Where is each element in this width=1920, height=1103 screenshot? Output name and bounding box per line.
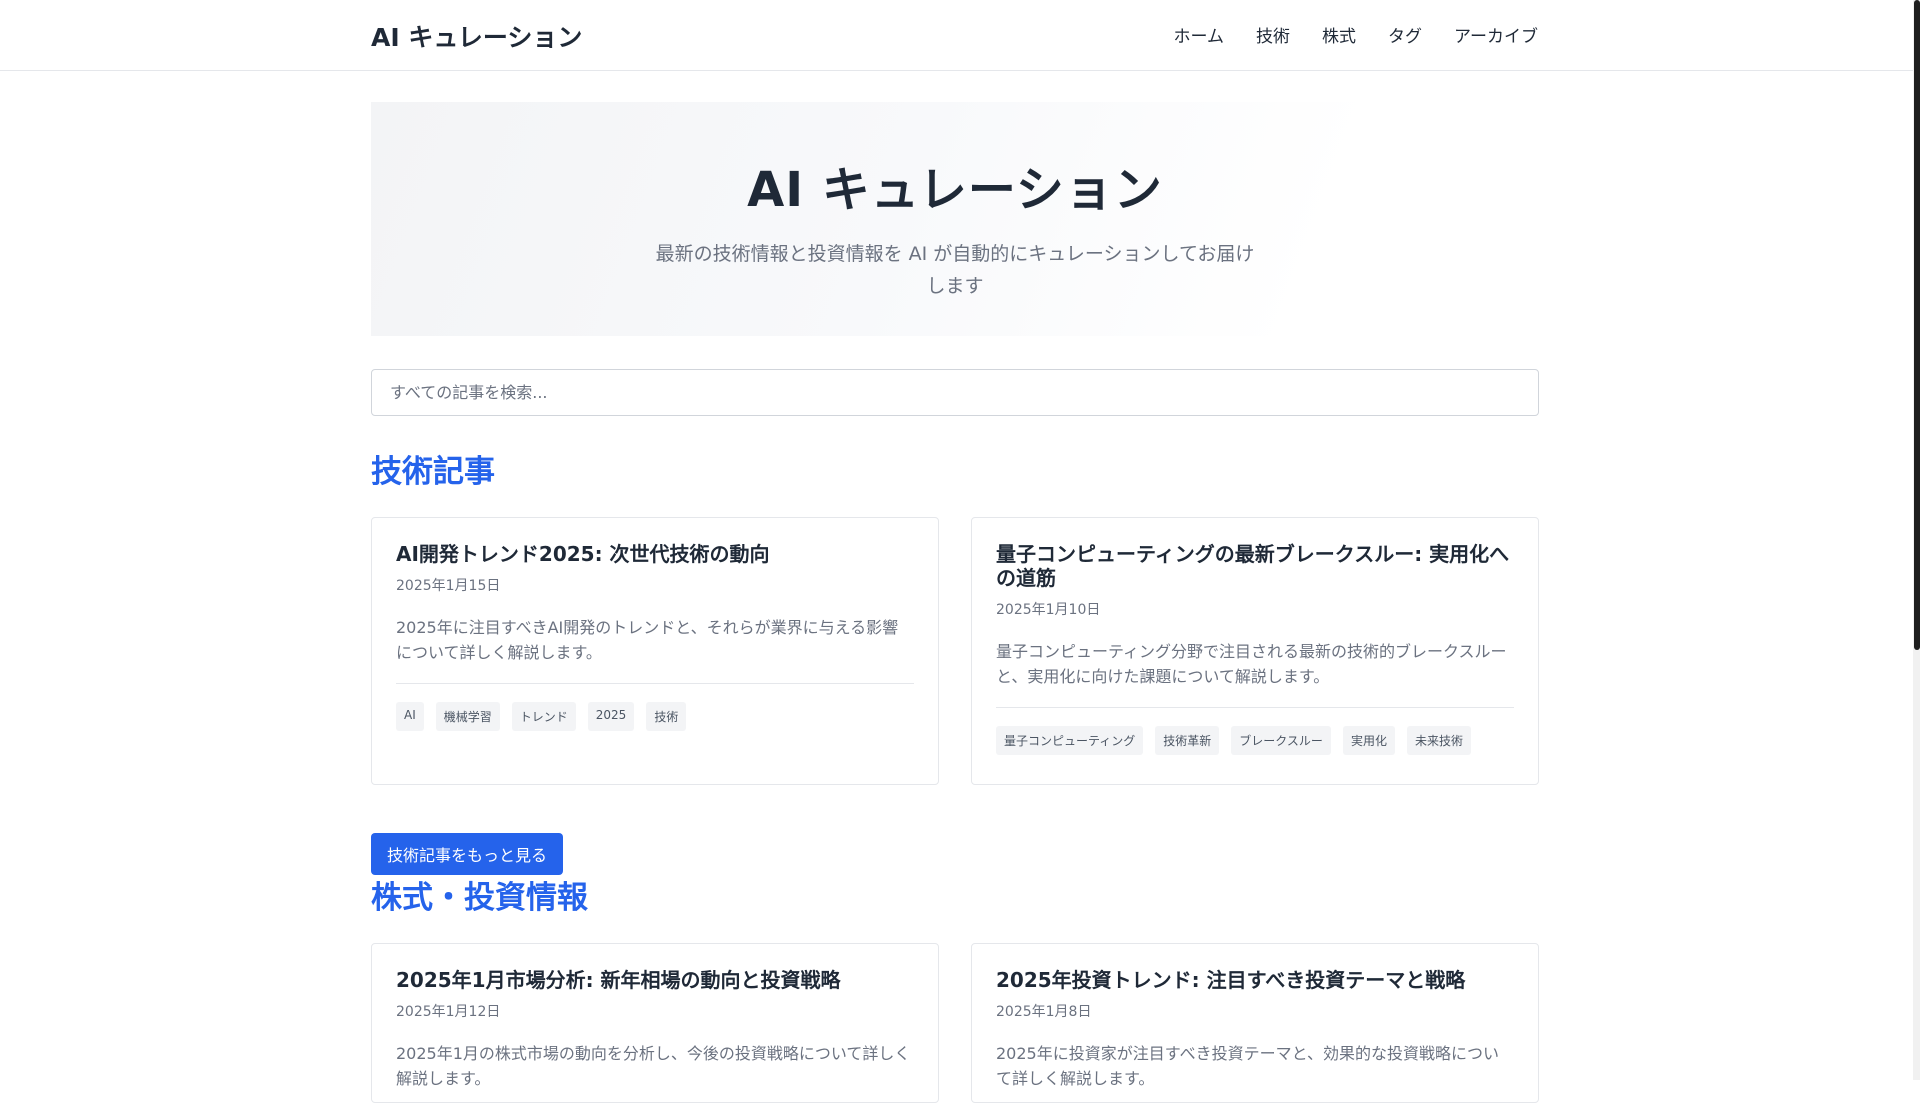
article-date: 2025年1月10日 <box>996 602 1101 618</box>
article-excerpt: 量子コンピューティング分野で注目される最新の技術的ブレークスルーと、実用化に向け… <box>996 642 1507 686</box>
article-card[interactable]: AI開発トレンド2025: 次世代技術の動向 2025年1月15日 2025年に… <box>371 517 939 785</box>
article-title[interactable]: 2025年1月市場分析: 新年相場の動向と投資戦略 <box>396 968 914 992</box>
hero-title: AI キュレーション <box>747 162 1163 218</box>
tag-list: AI 機械学習 トレンド 2025 技術 <box>396 702 914 731</box>
article-title[interactable]: 量子コンピューティングの最新ブレークスルー: 実用化への道筋 <box>996 542 1514 590</box>
article-card[interactable]: 2025年1月市場分析: 新年相場の動向と投資戦略 2025年1月12日 202… <box>371 943 939 1103</box>
hero-subtitle: 最新の技術情報と投資情報を AI が自動的にキュレーションしてお届けします <box>655 243 1255 297</box>
nav-tech[interactable]: 技術 <box>1256 22 1290 47</box>
article-excerpt: 2025年に注目すべきAI開発のトレンドと、それらが業界に与える影響について詳し… <box>396 618 899 662</box>
article-card[interactable]: 2025年投資トレンド: 注目すべき投資テーマと戦略 2025年1月8日 202… <box>971 943 1539 1103</box>
search-input[interactable] <box>371 369 1539 416</box>
tag-ai[interactable]: AI <box>396 702 424 731</box>
scrollbar-thumb[interactable] <box>1914 0 1920 650</box>
hero-banner: AI キュレーション 最新の技術情報と投資情報を AI が自動的にキュレーション… <box>371 102 1539 336</box>
article-card[interactable]: 量子コンピューティングの最新ブレークスルー: 実用化への道筋 2025年1月10… <box>971 517 1539 785</box>
nav-stocks[interactable]: 株式 <box>1322 22 1356 47</box>
tag-list: 量子コンピューティング 技術革新 ブレークスルー 実用化 未来技術 <box>996 726 1514 755</box>
tag-practical-use[interactable]: 実用化 <box>1342 726 1395 755</box>
article-date: 2025年1月15日 <box>396 578 501 594</box>
tag-machine-learning[interactable]: 機械学習 <box>435 702 500 731</box>
tag-breakthrough[interactable]: ブレークスルー <box>1231 726 1331 755</box>
article-excerpt: 2025年に投資家が注目すべき投資テーマと、効果的な投資戦略について詳しく解説し… <box>996 1044 1499 1088</box>
site-header: AI キュレーション ホーム 技術 株式 タグ アーカイブ <box>0 0 1913 71</box>
tag-tech[interactable]: 技術 <box>646 702 687 731</box>
tag-trend[interactable]: トレンド <box>511 702 576 731</box>
article-date: 2025年1月12日 <box>396 1004 501 1020</box>
site-logo[interactable]: AI キュレーション <box>371 18 582 54</box>
article-excerpt: 2025年1月の株式市場の動向を分析し、今後の投資戦略について詳しく解説します。 <box>396 1044 911 1088</box>
card-divider <box>996 707 1514 708</box>
article-title[interactable]: AI開発トレンド2025: 次世代技術の動向 <box>396 542 914 566</box>
tag-2025[interactable]: 2025 <box>587 702 635 731</box>
tag-innovation[interactable]: 技術革新 <box>1155 726 1220 755</box>
nav-home[interactable]: ホーム <box>1174 22 1225 47</box>
more-tech-articles-button[interactable]: 技術記事をもっと見る <box>371 833 564 875</box>
stocks-section-title: 株式・投資情報 <box>371 880 588 916</box>
tech-section-title: 技術記事 <box>371 454 495 490</box>
nav-tags[interactable]: タグ <box>1388 22 1422 47</box>
article-date: 2025年1月8日 <box>996 1004 1092 1020</box>
nav-archive[interactable]: アーカイブ <box>1454 22 1538 47</box>
tag-quantum-computing[interactable]: 量子コンピューティング <box>996 726 1144 755</box>
card-divider <box>396 683 914 684</box>
main-nav: ホーム 技術 株式 タグ アーカイブ <box>1174 22 1538 47</box>
article-title[interactable]: 2025年投資トレンド: 注目すべき投資テーマと戦略 <box>996 968 1514 992</box>
page-scrollbar[interactable] <box>1913 0 1920 1080</box>
tag-future-tech[interactable]: 未来技術 <box>1406 726 1471 755</box>
